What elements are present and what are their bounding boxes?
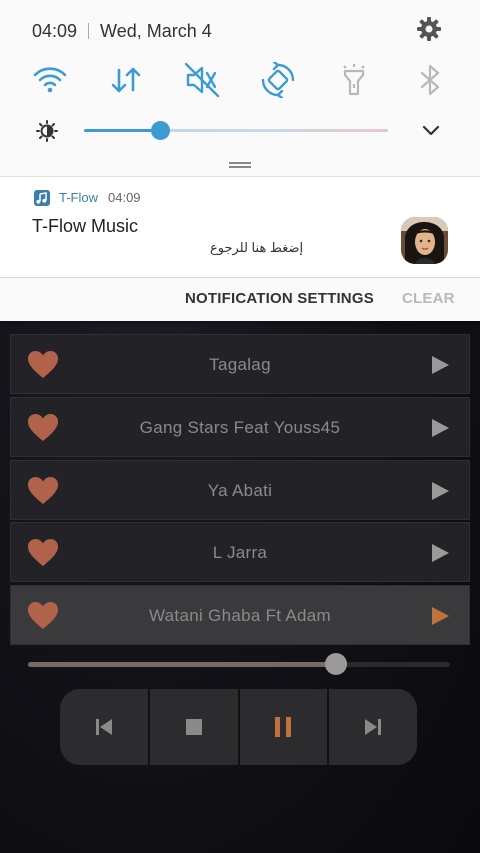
seek-bar[interactable] (28, 653, 450, 675)
notification-text: إضغط هنا للرجوع (210, 240, 304, 255)
divider (0, 277, 480, 278)
music-app-icon (34, 190, 50, 206)
chevron-down-icon[interactable] (421, 121, 441, 141)
song-row[interactable]: L Jarra (10, 522, 470, 582)
sound-off-icon[interactable] (184, 62, 220, 98)
next-button[interactable] (329, 689, 417, 765)
bluetooth-icon[interactable] (412, 62, 448, 98)
song-title: Ya Abati (207, 481, 273, 500)
brightness-thumb[interactable] (151, 121, 170, 140)
clear-button[interactable]: CLEAR (402, 290, 455, 307)
heart-icon[interactable] (27, 538, 59, 568)
song-title: Tagalag (209, 355, 271, 374)
stop-icon (185, 719, 202, 735)
notification-app-name: T-Flow (59, 190, 98, 205)
pause-button[interactable] (239, 689, 330, 765)
clock: 04:09 (32, 20, 78, 41)
play-icon[interactable] (431, 482, 449, 500)
artist-thumbnail (401, 217, 448, 264)
notification-card[interactable]: T-Flow 04:09 T-Flow Music إضغط هنا للرجو… (0, 177, 480, 277)
play-icon[interactable] (431, 356, 449, 374)
auto-rotate-icon[interactable] (260, 62, 296, 98)
brightness-icon (36, 120, 58, 142)
skip-next-icon (365, 719, 382, 735)
previous-button[interactable] (60, 689, 150, 765)
notification-shade: 04:09 Wed, March 4 T-Flow 04:09 T-Flow M… (0, 0, 480, 321)
notification-title: T-Flow Music (32, 216, 139, 236)
play-icon[interactable] (431, 607, 449, 625)
stop-button[interactable] (149, 689, 240, 765)
flashlight-icon[interactable] (336, 62, 372, 98)
mobile-data-icon[interactable] (108, 62, 144, 98)
notification-settings-button[interactable]: NOTIFICATION SETTINGS (185, 290, 374, 307)
song-title: L Jarra (212, 543, 268, 562)
heart-icon[interactable] (27, 476, 59, 506)
brightness-slider[interactable] (84, 121, 388, 140)
song-title: Gang Stars Feat Youss45 (139, 418, 341, 437)
seek-progress (28, 662, 337, 667)
song-row[interactable]: Tagalag (10, 334, 470, 394)
play-icon[interactable] (431, 419, 449, 437)
date: Wed, March 4 (100, 20, 212, 41)
status-row: 04:09 Wed, March 4 (32, 18, 212, 44)
play-icon[interactable] (431, 544, 449, 562)
pause-icon (275, 717, 292, 737)
song-row[interactable]: Gang Stars Feat Youss45 (10, 397, 470, 457)
heart-icon[interactable] (27, 350, 59, 380)
notification-time: 04:09 (108, 190, 141, 205)
song-row-active[interactable]: Watani Ghaba Ft Adam (10, 585, 470, 645)
settings-gear-icon[interactable] (416, 16, 442, 42)
wifi-icon[interactable] (32, 62, 68, 98)
heart-icon[interactable] (27, 601, 59, 631)
brightness-fill (84, 129, 160, 132)
song-row[interactable]: Ya Abati (10, 460, 470, 520)
seek-thumb[interactable] (325, 653, 348, 675)
skip-previous-icon (95, 719, 112, 735)
heart-icon[interactable] (27, 413, 59, 443)
song-title: Watani Ghaba Ft Adam (148, 606, 332, 625)
drag-handle[interactable] (229, 162, 251, 168)
divider (88, 23, 90, 39)
player-controls (60, 689, 417, 765)
